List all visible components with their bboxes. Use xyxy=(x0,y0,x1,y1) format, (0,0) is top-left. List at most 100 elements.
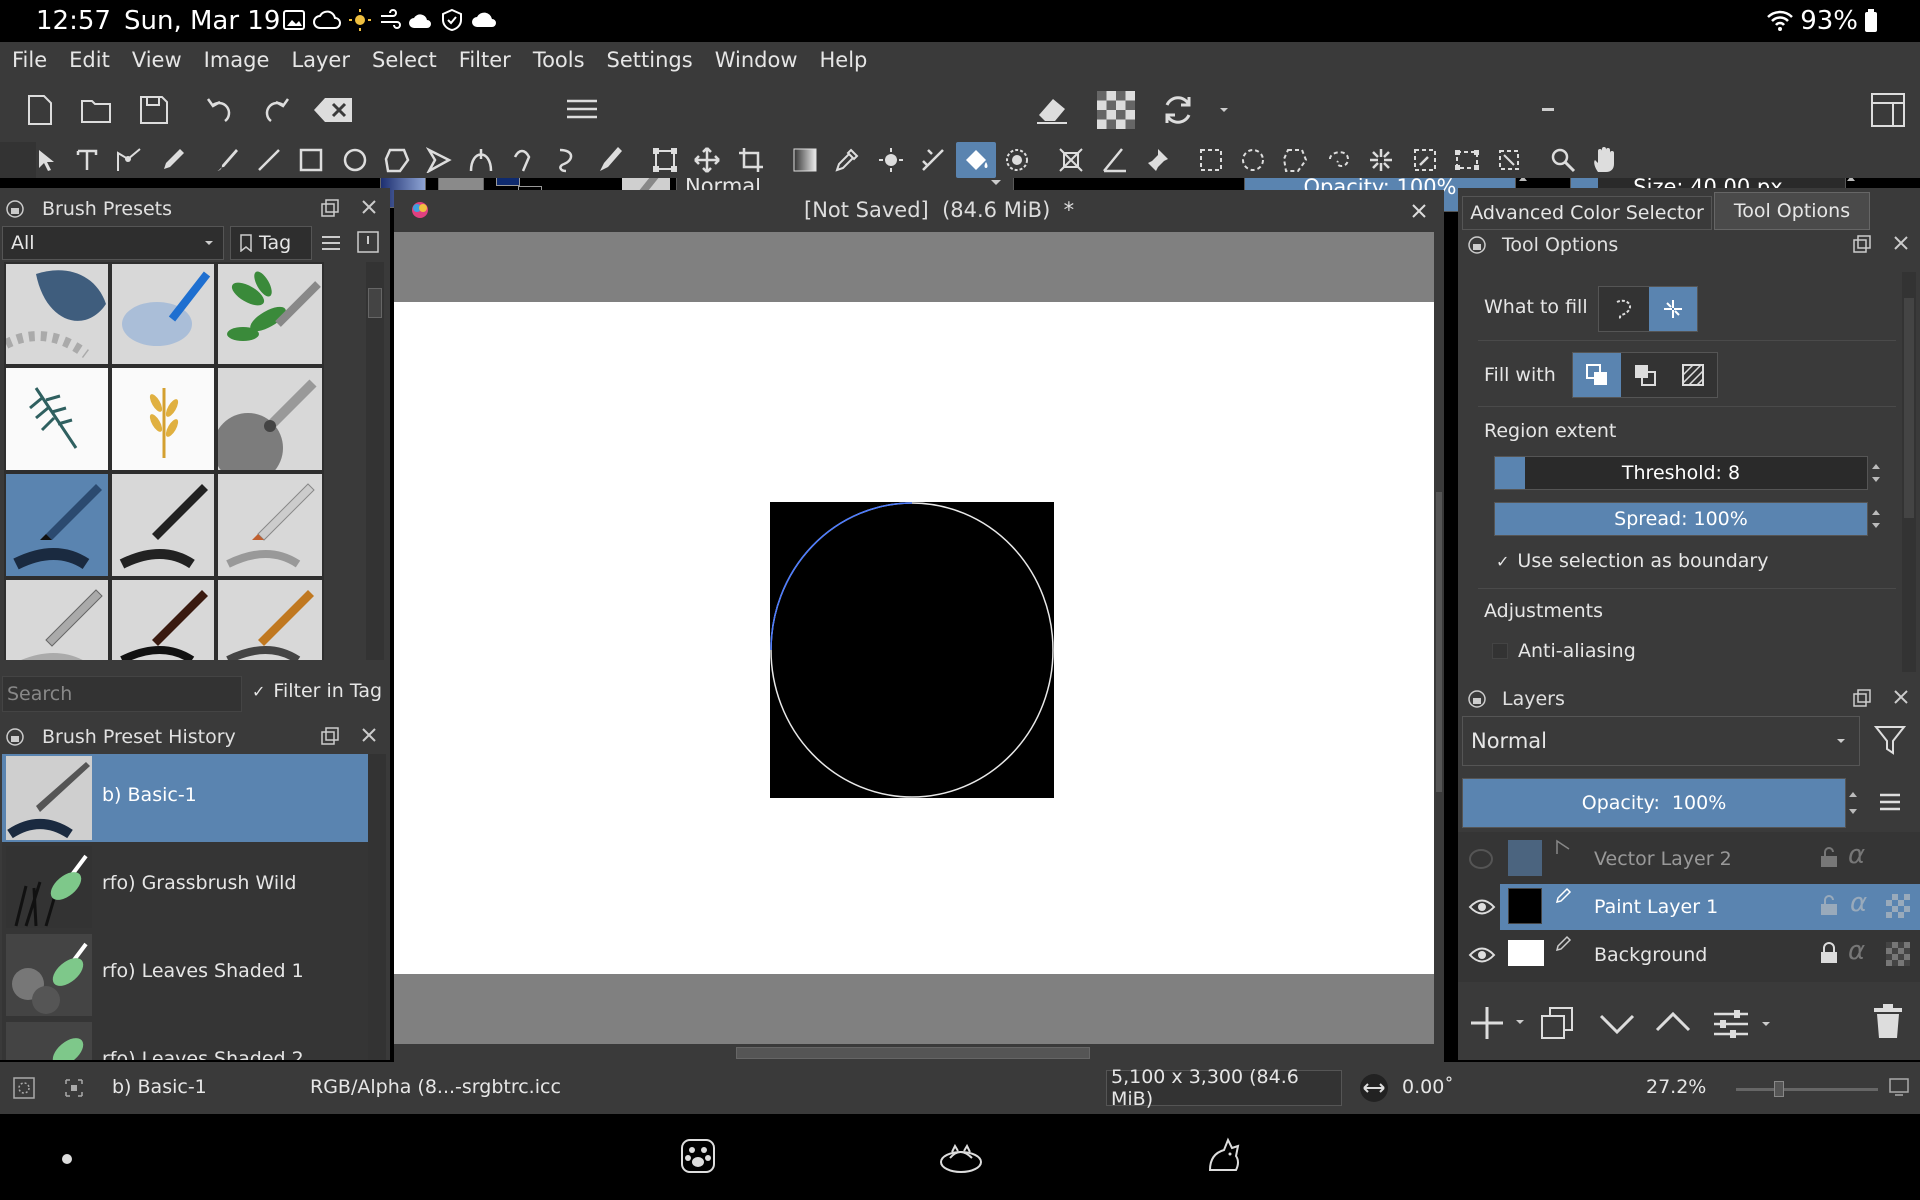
edit-shapes-icon[interactable] xyxy=(114,145,144,175)
visibility-eye-icon[interactable] xyxy=(1468,944,1496,966)
layer-opacity-slider[interactable]: Opacity: 100% xyxy=(1462,778,1846,828)
close-icon[interactable] xyxy=(1892,688,1910,706)
colorize-mask-icon[interactable] xyxy=(918,145,948,175)
color-picker-icon[interactable] xyxy=(832,145,862,175)
menu-edit[interactable]: Edit xyxy=(69,48,110,72)
redo-icon[interactable] xyxy=(258,90,294,130)
reload-preset-icon[interactable] xyxy=(1158,90,1198,130)
preset-thumb-basic-1[interactable] xyxy=(6,474,108,576)
paw-app-icon[interactable] xyxy=(680,1138,716,1174)
zoom-slider-handle[interactable] xyxy=(1774,1081,1784,1097)
filter-in-tag-checkbox[interactable]: ✓ Filter in Tag xyxy=(252,680,382,702)
enclose-fill-icon[interactable] xyxy=(1002,145,1032,175)
view-mode-icon[interactable] xyxy=(320,232,342,254)
layer-menu-icon[interactable] xyxy=(1878,790,1902,814)
polygon-tool-icon[interactable] xyxy=(382,145,412,175)
zoom-tool-icon[interactable] xyxy=(1548,145,1578,175)
polyline-tool-icon[interactable] xyxy=(424,145,454,175)
transform-tool-icon[interactable] xyxy=(650,145,680,175)
fill-tool-icon[interactable] xyxy=(956,142,996,178)
chevron-down-icon-opacity[interactable] xyxy=(1538,90,1558,130)
layer-blend-mode-dropdown[interactable]: Normal xyxy=(1462,716,1860,766)
close-icon[interactable] xyxy=(1892,234,1910,252)
fill-similar-button[interactable] xyxy=(1649,287,1697,331)
list-item[interactable]: rfo) Leaves Shaded 2 xyxy=(2,1020,368,1060)
smart-patch-icon[interactable] xyxy=(876,145,906,175)
bezier-tool-icon[interactable] xyxy=(466,145,496,175)
alpha-lock-icon[interactable] xyxy=(1886,942,1910,966)
scrollbar-thumb[interactable] xyxy=(1904,298,1914,518)
preset-thumb-fern[interactable] xyxy=(6,368,108,470)
visibility-eye-icon[interactable] xyxy=(1468,896,1496,918)
alpha-lock-icon[interactable] xyxy=(1096,90,1136,130)
screen-fit-icon[interactable] xyxy=(1888,1076,1910,1098)
chevron-down-icon-small[interactable] xyxy=(1214,90,1234,130)
rect-select-icon[interactable] xyxy=(1196,145,1226,175)
assistant-tool-icon[interactable] xyxy=(1056,145,1086,175)
close-icon[interactable] xyxy=(1410,202,1428,220)
lock-icon[interactable] xyxy=(6,728,24,746)
canvas-viewport[interactable] xyxy=(394,232,1434,1044)
unlock-icon[interactable] xyxy=(1818,846,1840,868)
anti-aliasing-checkbox[interactable]: Anti-aliasing xyxy=(1492,640,1636,662)
unlock-icon[interactable] xyxy=(1818,894,1840,916)
spread-slider[interactable]: Spread: 100% xyxy=(1494,502,1868,536)
nav-dot-icon[interactable] xyxy=(62,1154,72,1164)
text-tool-icon[interactable] xyxy=(72,145,102,175)
add-layer-icon[interactable] xyxy=(1468,1004,1506,1042)
cat-bed-app-icon[interactable] xyxy=(938,1140,984,1174)
list-item[interactable]: rfo) Grassbrush Wild xyxy=(2,844,368,930)
list-item[interactable]: b) Basic-1 xyxy=(2,754,368,842)
threshold-stepper[interactable] xyxy=(1868,456,1884,490)
duplicate-layer-icon[interactable] xyxy=(1540,1006,1574,1040)
scrollbar-thumb[interactable] xyxy=(368,288,382,318)
menu-window[interactable]: Window xyxy=(715,48,798,72)
preset-thumb-ink[interactable] xyxy=(112,474,214,576)
menu-help[interactable]: Help xyxy=(820,48,868,72)
bezier-select-icon[interactable] xyxy=(1452,145,1482,175)
layer-opacity-stepper[interactable] xyxy=(1846,778,1860,828)
reference-tool-icon[interactable] xyxy=(1142,145,1172,175)
layer-properties-icon[interactable] xyxy=(1712,1008,1750,1040)
storage-icon[interactable] xyxy=(356,230,380,254)
preset-search-input[interactable]: Search xyxy=(2,676,242,712)
multibrush-icon[interactable] xyxy=(596,145,626,175)
horizontal-scrollbar[interactable] xyxy=(394,1044,1434,1062)
menu-filter[interactable]: Filter xyxy=(459,48,511,72)
preset-thumb-watercolor[interactable] xyxy=(112,264,214,364)
cat-app-icon[interactable] xyxy=(1204,1136,1244,1176)
scrollbar-thumb[interactable] xyxy=(1436,492,1442,792)
visibility-hidden-icon[interactable] xyxy=(1468,848,1494,870)
threshold-slider[interactable]: Threshold: 8 xyxy=(1494,456,1868,490)
menu-image[interactable]: Image xyxy=(204,48,270,72)
preset-scrollbar[interactable] xyxy=(366,262,384,660)
history-scrollbar[interactable] xyxy=(368,754,386,1060)
gradient-tool-icon[interactable] xyxy=(790,145,820,175)
menu-select[interactable]: Select xyxy=(372,48,437,72)
layer-row-paint-layer-1[interactable]: Paint Layer 1 α xyxy=(1500,884,1920,930)
close-icon[interactable] xyxy=(360,726,378,744)
use-selection-checkbox[interactable]: ✓ Use selection as boundary xyxy=(1496,550,1769,572)
tag-button[interactable]: Tag xyxy=(230,226,312,260)
preset-thumb-blender[interactable] xyxy=(218,368,322,470)
contiguous-select-icon[interactable] xyxy=(1366,145,1396,175)
calligraphy-icon[interactable] xyxy=(158,145,188,175)
filter-icon[interactable] xyxy=(1874,724,1906,756)
similar-select-icon[interactable] xyxy=(1410,145,1440,175)
preset-thumb-brush-gold[interactable] xyxy=(218,580,322,660)
tag-filter-dropdown[interactable]: All xyxy=(2,226,224,260)
alpha-inherit-icon[interactable]: α xyxy=(1848,840,1865,870)
freehand-path-icon[interactable] xyxy=(510,145,540,175)
float-panel-icon[interactable] xyxy=(1852,234,1872,254)
tab-tool-options[interactable]: Tool Options xyxy=(1714,192,1870,230)
tool-options-scrollbar[interactable] xyxy=(1902,272,1916,672)
preset-thumb-brush-dark[interactable] xyxy=(112,580,214,660)
selection-mode-icon[interactable] xyxy=(12,1076,36,1100)
tab-advanced-color-selector[interactable]: Advanced Color Selector xyxy=(1462,196,1712,230)
freehand-select-icon[interactable] xyxy=(1324,145,1354,175)
pan-tool-icon[interactable] xyxy=(1590,145,1620,175)
scrollbar-thumb[interactable] xyxy=(736,1047,1090,1059)
brush-editor-icon[interactable] xyxy=(562,90,602,130)
lock-icon[interactable] xyxy=(1468,690,1486,708)
preset-thumb-marker[interactable] xyxy=(6,580,108,660)
